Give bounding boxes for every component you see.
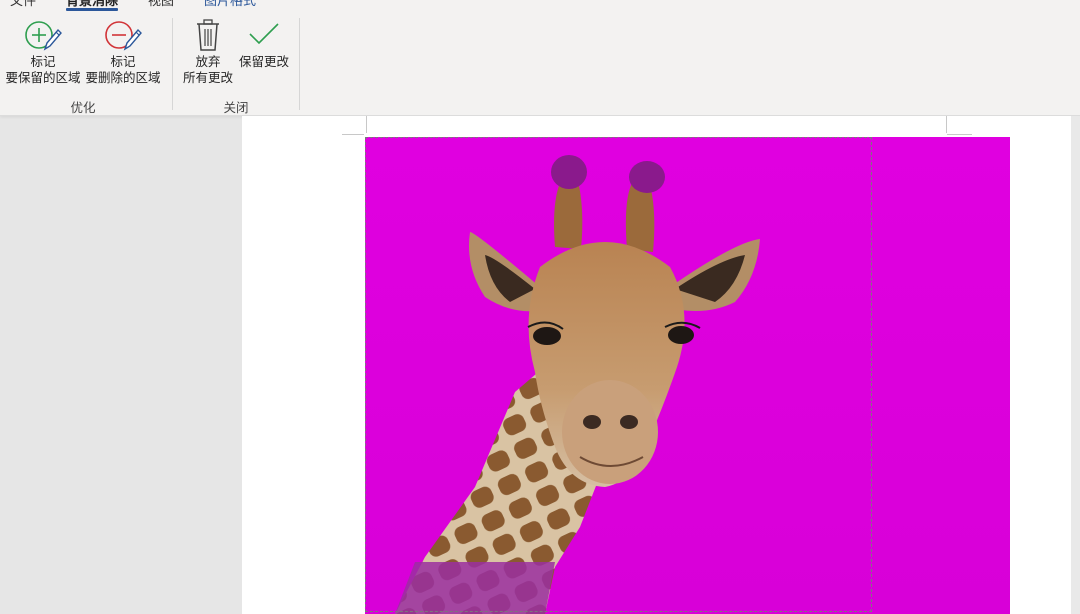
- group-separator: [172, 18, 173, 110]
- tab-background-removal[interactable]: 背景消除: [66, 0, 119, 11]
- corner-mark-right-vertical: [946, 116, 947, 133]
- keep-changes-label: 保留更改: [238, 54, 289, 69]
- group-label-refine: 优化: [70, 100, 96, 115]
- group-label-close: 关闭: [223, 100, 249, 115]
- discard-changes-button[interactable]: 放弃 所有更改: [180, 18, 236, 86]
- ribbon-tabs: 文件 背景消除 视图 图片格式: [0, 0, 1080, 12]
- corner-mark-left-vertical: [366, 116, 367, 133]
- mark-remove-line2: 要删除的区域: [85, 70, 161, 85]
- vertical-scrollbar[interactable]: [1071, 116, 1080, 614]
- checkmark-icon: [236, 18, 292, 52]
- trash-icon: [180, 18, 236, 52]
- keep-changes-button[interactable]: 保留更改: [236, 18, 292, 70]
- discard-line1: 放弃: [195, 54, 221, 69]
- crop-selection-frame[interactable]: [365, 137, 872, 612]
- corner-mark-right: [947, 134, 972, 135]
- tab-view[interactable]: 视图: [148, 0, 174, 9]
- ribbon: 文件 背景消除 视图 图片格式 标记 要保留的区域 标记 要删除的区域 优化 放…: [0, 0, 1080, 116]
- mark-keep-line1: 标记: [30, 54, 56, 69]
- discard-line2: 所有更改: [182, 70, 233, 85]
- group-separator-end: [299, 18, 300, 110]
- corner-mark-left: [342, 134, 364, 135]
- mark-keep-line2: 要保留的区域: [5, 70, 81, 85]
- mark-remove-line1: 标记: [110, 54, 136, 69]
- plus-pen-icon: [4, 18, 82, 52]
- mark-keep-button[interactable]: 标记 要保留的区域: [4, 18, 82, 86]
- tab-file[interactable]: 文件: [10, 0, 36, 9]
- tab-picture-format[interactable]: 图片格式: [204, 0, 256, 9]
- mark-remove-button[interactable]: 标记 要删除的区域: [84, 18, 162, 86]
- minus-pen-icon: [84, 18, 162, 52]
